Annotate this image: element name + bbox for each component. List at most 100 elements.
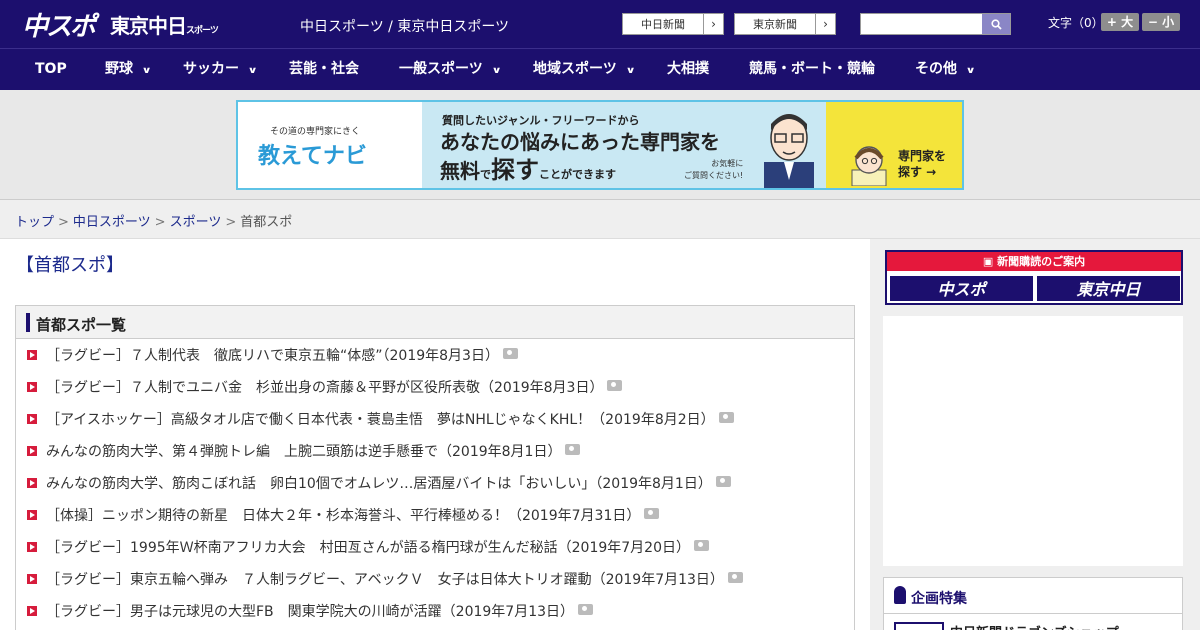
nav-item-top[interactable]: TOP (35, 49, 67, 91)
search-button[interactable] (982, 14, 1010, 34)
camera-icon (565, 444, 581, 455)
nav-item-other[interactable]: その他 ∨ (915, 49, 976, 91)
breadcrumb-separator: > (58, 215, 69, 230)
play-marker-icon (27, 350, 37, 360)
camera-icon (607, 380, 623, 391)
banner-de-text: で (480, 168, 491, 181)
play-marker-icon (27, 478, 37, 488)
chevron-down-icon: ∨ (491, 66, 502, 76)
nav-item-regional-sports[interactable]: 地域スポーツ ∨ (533, 49, 636, 91)
list-item[interactable]: ［ラグビー］東京五輪へ弾み ７人制ラグビー、アベックＶ 女子は日体大トリオ躍動（… (16, 572, 854, 604)
list-item[interactable]: ［ラグビー］男子は元球児の大型FB 関東学院大の川崎が活躍（2019年7月13日… (16, 604, 854, 630)
search-icon (990, 18, 1002, 30)
subscription-header: ▣ 新聞購読のご案内 (887, 252, 1181, 271)
nav-item-baseball[interactable]: 野球 ∨ (105, 49, 152, 91)
camera-icon (727, 572, 743, 583)
article-link[interactable]: ［ラグビー］７人制代表 徹底リハで東京五輪“体感”（2019年8月3日） (46, 348, 499, 364)
newspaper-icon: ▣ (982, 255, 998, 268)
header-title: 中日スポーツ / 東京中日スポーツ (300, 19, 510, 35)
oshiete-navi-banner[interactable]: その道の専門家にきく 教えてナビ 質問したいジャンル・フリーワードから あなたの… (236, 100, 964, 190)
article-list-box: 首都スポ一覧 ［ラグビー］７人制代表 徹底リハで東京五輪“体感”（2019年8月… (15, 305, 855, 630)
banner-note2: ご質問ください! (684, 171, 744, 180)
list-item[interactable]: ［ラグビー］７人制代表 徹底リハで東京五輪“体感”（2019年8月3日） (16, 348, 854, 380)
chunichi-shimbun-label: 中日新聞 (641, 18, 685, 31)
list-item[interactable]: ［アイスホッケー］高級タオル店で働く日本代表・蓑島圭悟 夢はNHLじゃなくKHL… (16, 412, 854, 444)
banner-cta-line2: 探す → (898, 165, 937, 179)
heading-bar (26, 313, 30, 332)
tokyo-chunichi-logo-sub: スポーツ (186, 26, 219, 36)
camera-icon (715, 476, 731, 487)
list-item[interactable]: ［ラグビー］７人制でユニバ金 杉並出身の斎藤＆平野が区役所表敬（2019年8月3… (16, 380, 854, 412)
banner-cta[interactable]: 専門家を探す → (826, 102, 962, 188)
subscribe-tokyo-chunichi-button[interactable]: 東京中日 (1036, 275, 1181, 302)
breadcrumb: トップ > 中日スポーツ > スポーツ > 首都スポ (0, 201, 1200, 239)
article-link[interactable]: ［ラグビー］男子は元球児の大型FB 関東学院大の川崎が活躍（2019年7月13日… (46, 604, 574, 620)
main-content: 【首都スポ】 首都スポ一覧 ［ラグビー］７人制代表 徹底リハで東京五輪“体感”（… (0, 239, 870, 630)
camera-icon (718, 412, 734, 423)
banner-cta-text: 専門家を探す → (898, 148, 946, 180)
tokyo-chunichi-logo-text: 東京中日 (110, 14, 187, 38)
ad-banner-area: その道の専門家にきく 教えてナビ 質問したいジャンル・フリーワードから あなたの… (0, 90, 1200, 200)
thinking-person-icon (851, 146, 887, 186)
banner-free-text: 無料 (440, 159, 480, 183)
banner-brand-tagline: その道の専門家にきく (270, 127, 361, 137)
nav-item-label: その他 (915, 61, 957, 77)
dragons-shop-link[interactable]: 中日新聞ドラゴンズショップ (950, 622, 1119, 630)
chevron-down-icon: ∨ (247, 66, 258, 76)
nav-item-racing[interactable]: 競馬・ボート・競輪 (749, 49, 875, 91)
list-item[interactable]: ［体操］ニッポン期待の新星 日体大２年・杉本海誉斗、平行棒極める！（2019年7… (16, 508, 854, 540)
chevron-down-icon: ∨ (141, 66, 152, 76)
article-link[interactable]: ［ラグビー］1995年Ｗ杯南アフリカ大会 村田亙さんが語る楕円球が生んだ秘話（2… (46, 540, 690, 556)
tokyo-shimbun-label: 東京新聞 (753, 18, 797, 31)
chevron-down-icon: ∨ (965, 66, 976, 76)
sidebar: ▣ 新聞購読のご案内 中スポ 東京中日 企画特集 中日新聞ドラゴンズショップ (870, 239, 1200, 630)
play-marker-icon (27, 446, 37, 456)
banner-note: お気軽に ご質問ください! (684, 158, 743, 182)
article-link[interactable]: ［アイスホッケー］高級タオル店で働く日本代表・蓑島圭悟 夢はNHLじゃなくKHL… (46, 412, 715, 428)
ribbon-icon (894, 586, 906, 604)
article-link[interactable]: みんなの筋肉大学、筋肉こぼれ話 卵白10個でオムレツ…居酒屋バイトは「おいしい」… (46, 476, 712, 492)
nav-item-label: 大相撲 (667, 61, 709, 77)
banner-line3: 無料で探すことができます (440, 150, 616, 185)
list-item[interactable]: ［ラグビー］1995年Ｗ杯南アフリカ大会 村田亙さんが語る楕円球が生んだ秘話（2… (16, 540, 854, 572)
breadcrumb-current: 首都スポ (240, 215, 293, 230)
nav-item-general-sports[interactable]: 一般スポーツ ∨ (399, 49, 502, 91)
article-list: ［ラグビー］７人制代表 徹底リハで東京五輪“体感”（2019年8月3日） ［ラグ… (16, 348, 854, 630)
chevron-down-icon: ∨ (625, 66, 636, 76)
nav-item-soccer[interactable]: サッカー ∨ (183, 49, 258, 91)
nav-item-label: 競馬・ボート・競輪 (749, 61, 875, 77)
breadcrumb-chunichi-sports[interactable]: 中日スポーツ (73, 215, 151, 230)
camera-icon (644, 508, 660, 519)
dragons-shop-thumbnail[interactable] (894, 622, 944, 630)
nav-item-label: サッカー (183, 61, 239, 77)
global-nav: TOP 野球 ∨ サッカー ∨ 芸能・社会 一般スポーツ ∨ 地域スポーツ ∨ 大相撲 … (0, 48, 1200, 90)
chevron-right-icon: › (703, 14, 723, 34)
nav-item-label: 芸能・社会 (289, 61, 359, 77)
breadcrumb-sports[interactable]: スポーツ (170, 215, 222, 230)
article-link[interactable]: ［ラグビー］７人制でユニバ金 杉並出身の斎藤＆平野が区役所表敬（2019年8月3… (46, 380, 603, 396)
font-size-label: 文字（0） (1048, 16, 1104, 30)
list-item[interactable]: みんなの筋肉大学、筋肉こぼれ話 卵白10個でオムレツ…居酒屋バイトは「おいしい」… (16, 476, 854, 508)
list-item[interactable]: みんなの筋肉大学、第４弾腕トレ編 上腕二頭筋は逆手懸垂で（2019年8月1日） (16, 444, 854, 476)
tokyo-shimbun-button[interactable]: 東京新聞 › (734, 13, 836, 35)
tokyo-chunichi-logo[interactable]: 東京中日スポーツ (110, 10, 219, 39)
subscribe-chuspo-button[interactable]: 中スポ (889, 275, 1034, 302)
special-features-box: 企画特集 中日新聞ドラゴンズショップ (883, 577, 1183, 630)
font-larger-button[interactable]: + 大 (1101, 13, 1139, 31)
font-smaller-button[interactable]: − 小 (1142, 13, 1180, 31)
article-link[interactable]: ［ラグビー］東京五輪へ弾み ７人制ラグビー、アベックＶ 女子は日体大トリオ躍動（… (46, 572, 724, 588)
nav-item-sumo[interactable]: 大相撲 (667, 49, 709, 91)
breadcrumb-top[interactable]: トップ (15, 215, 54, 230)
camera-icon (578, 604, 594, 615)
chuspo-logo[interactable]: 中スポ (22, 6, 96, 43)
banner-cta-line1: 専門家を (898, 149, 947, 163)
subscription-title: 新聞購読のご案内 (997, 255, 1086, 268)
search-input[interactable] (860, 13, 1011, 35)
nav-item-entertainment[interactable]: 芸能・社会 (289, 49, 359, 91)
banner-brand: その道の専門家にきく 教えてナビ (238, 102, 422, 188)
article-link[interactable]: ［体操］ニッポン期待の新星 日体大２年・杉本海誉斗、平行棒極める！（2019年7… (46, 508, 640, 524)
nav-item-label: 地域スポーツ (533, 61, 617, 77)
site-header: 中スポ 東京中日スポーツ 中日スポーツ / 東京中日スポーツ 中日新聞 › 東京… (0, 0, 1200, 48)
article-link[interactable]: みんなの筋肉大学、第４弾腕トレ編 上腕二頭筋は逆手懸垂で（2019年8月1日） (46, 444, 561, 460)
chunichi-shimbun-button[interactable]: 中日新聞 › (622, 13, 724, 35)
